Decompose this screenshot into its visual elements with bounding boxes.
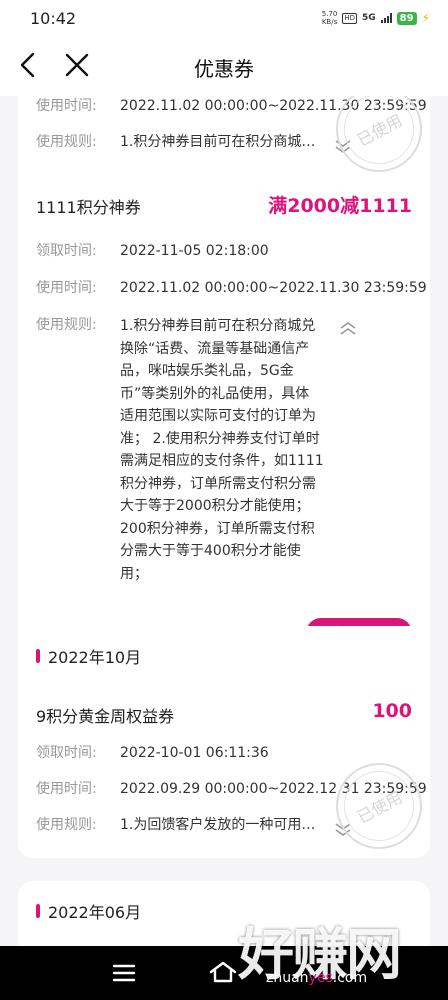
menu-icon[interactable] [112, 964, 136, 982]
rule-line: 品，咪咕娱乐类礼品，5G金 [120, 363, 294, 379]
rule-row: 使用规则: 1.积分神券目前可在积分商城兑 换除“话费、流量等基础通信产 品，咪… [36, 315, 332, 585]
rule-label: 使用规则: [36, 817, 97, 833]
use-time-row: 使用时间: 2022.09.29 00:00:00~2022.12.31 23:… [36, 779, 427, 799]
use-time-value: 2022.09.29 00:00:00~2022.12.31 23:59:59 [120, 781, 427, 797]
charging-icon: ⚡ [421, 11, 430, 25]
rule-line: 适用范围以实际可支付的订单为 [120, 408, 316, 424]
use-time-label: 使用时间: [36, 280, 97, 296]
home-icon[interactable] [208, 960, 238, 984]
rule-label: 使用规则: [36, 317, 97, 333]
coupon-amount: 100 [372, 700, 412, 722]
coupon-card-october: 2022年10月 9积分黄金周权益券 100 领取时间: 2022-10-01 … [18, 626, 438, 865]
system-nav-bar [0, 946, 448, 1000]
battery-icon: 89 [396, 11, 417, 25]
rule-line: 换除“话费、流量等基础通信产 [120, 340, 310, 357]
coupon-list[interactable]: 使用时间: 2022.11.02 00:00:00~2022.11.30 23:… [0, 96, 448, 946]
coupon-card-june: 2022年06月 [18, 881, 430, 946]
rule-line: 准； 2.使用积分神券支付订单时 [120, 430, 320, 447]
rule-line: 分需大于等于400积分才能使 [120, 543, 301, 559]
rule-line: 用； [120, 565, 148, 582]
prev-coupon-rule-row: 使用规则: 1.积分神券目前可在积分商城… [36, 132, 315, 152]
rule-line: 需满足相应的支付条件，如1111 [120, 453, 324, 469]
receive-time-row: 领取时间: 2022-10-01 06:11:36 [36, 743, 269, 763]
month-header-label: 2022年10月 [48, 648, 142, 667]
receive-time-value: 2022-11-05 02:18:00 [120, 243, 269, 259]
coupon-title: 9积分黄金周权益券 [36, 707, 175, 726]
network-speed: 5.70 KB/s [322, 10, 338, 26]
receive-time-label: 领取时间: [36, 243, 97, 259]
use-time-value: 2022.11.02 00:00:00~2022.11.30 23:59:59 [120, 98, 427, 114]
coupon-title: 1111积分神券 [36, 198, 141, 217]
receive-time-label: 领取时间: [36, 745, 97, 761]
month-accent-bar [36, 904, 40, 918]
nav-bar: 优惠券 [0, 36, 448, 96]
rule-row: 使用规则: 1.为回馈客户发放的一种可用… [36, 815, 315, 835]
network-type: 5G [361, 13, 376, 23]
rule-value: 1.积分神券目前可在积分商城… [120, 134, 316, 150]
status-icons: 5.70 KB/s HD 5G 89 ⚡ [322, 10, 430, 26]
chevron-down-icon[interactable] [333, 821, 353, 837]
close-icon[interactable] [62, 50, 92, 80]
month-header: 2022年06月 [36, 899, 141, 923]
chevron-up-icon[interactable] [338, 320, 358, 336]
receive-time-value: 2022-10-01 06:11:36 [120, 745, 269, 761]
hd-icon: HD [342, 12, 357, 24]
rule-value: 1.为回馈客户发放的一种可用… [120, 817, 316, 833]
network-speed-value: 5.70 [321, 10, 338, 18]
receive-time-row: 领取时间: 2022-11-05 02:18:00 [36, 241, 269, 261]
rule-line: 大于等于2000积分才能使用； [120, 498, 310, 514]
use-time-value: 2022.11.02 00:00:00~2022.11.30 23:59:59 [120, 280, 427, 296]
prev-coupon-use-time-row: 使用时间: 2022.11.02 00:00:00~2022.11.30 23:… [36, 96, 427, 116]
month-header-label: 2022年06月 [48, 903, 142, 922]
status-time: 10:42 [30, 8, 77, 28]
use-time-row: 使用时间: 2022.11.02 00:00:00~2022.11.30 23:… [36, 278, 427, 298]
back-icon[interactable] [14, 50, 44, 80]
signal-icon [380, 13, 392, 23]
status-bar: 10:42 5.70 KB/s HD 5G 89 ⚡ [0, 0, 448, 36]
chevron-down-icon[interactable] [333, 138, 353, 154]
coupon-card-november: 使用时间: 2022.11.02 00:00:00~2022.11.30 23:… [18, 96, 438, 701]
rule-line: 积分神券，订单所需支付积分需 [120, 475, 316, 492]
month-accent-bar [36, 649, 40, 663]
rule-text: 1.积分神券目前可在积分商城兑 换除“话费、流量等基础通信产 品，咪咕娱乐类礼品… [120, 315, 332, 585]
coupon-amount: 满2000减1111 [268, 195, 412, 217]
network-speed-unit: KB/s [321, 18, 338, 26]
rule-line: 1.积分神券目前可在积分商城兑 [120, 318, 316, 334]
rule-line: 币”等类别外的礼品使用，具体 [120, 385, 310, 402]
use-time-label: 使用时间: [36, 781, 97, 797]
month-header: 2022年10月 [36, 644, 141, 668]
use-time-label: 使用时间: [36, 98, 97, 114]
rule-line: 200积分神券，订单所需支付积 [120, 520, 315, 537]
used-stamp: 已使用 [320, 747, 438, 865]
rule-label: 使用规则: [36, 134, 97, 150]
